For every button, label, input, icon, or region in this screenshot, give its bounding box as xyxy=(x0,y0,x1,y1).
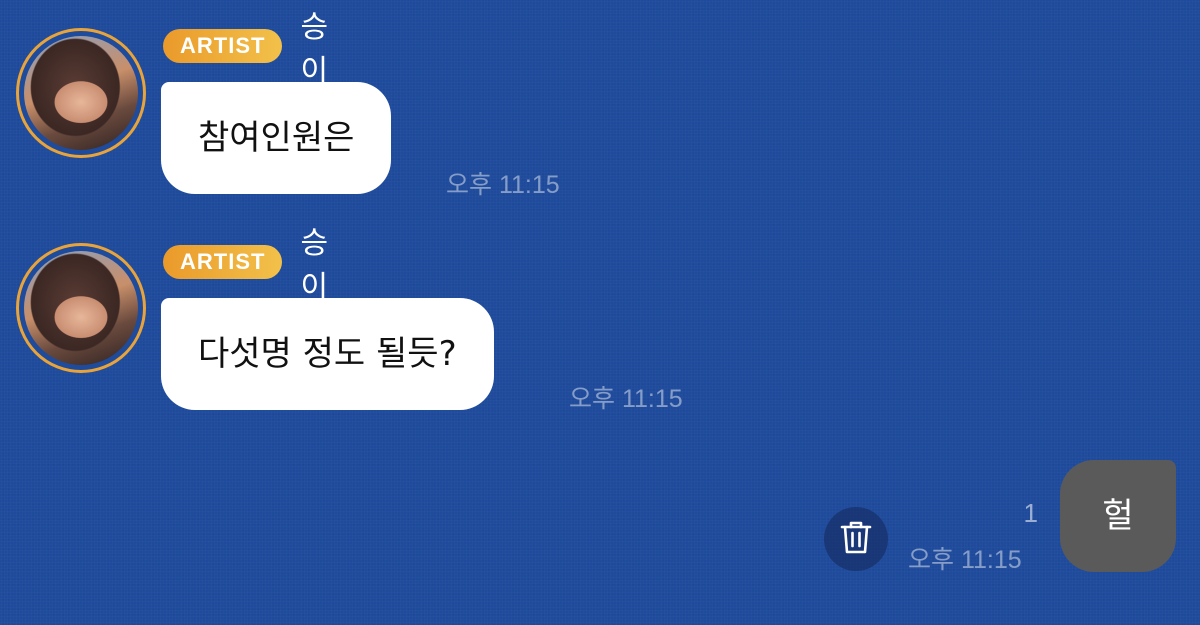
message-bubble[interactable]: 참여인원은 xyxy=(161,82,392,194)
chat-thread: ARTIST 승이 참여인원은 오후 11:15 ARTIST 승이 다섯명 정… xyxy=(0,0,1200,625)
outgoing-message-bubble[interactable]: 헐 xyxy=(1060,460,1176,572)
unread-count: 1 xyxy=(1023,498,1038,528)
trash-icon xyxy=(839,519,873,559)
sender-row: ARTIST 승이 xyxy=(163,226,328,305)
sender-row: ARTIST 승이 xyxy=(163,10,328,89)
delete-button[interactable] xyxy=(824,507,888,571)
avatar-photo xyxy=(24,251,138,365)
message-timestamp: 오후 11:15 xyxy=(569,385,683,413)
artist-avatar[interactable] xyxy=(16,243,146,373)
outgoing-timestamp: 오후 11:15 xyxy=(908,546,1022,574)
artist-badge: ARTIST xyxy=(163,245,283,279)
sender-name[interactable]: 승이 xyxy=(300,2,328,90)
artist-avatar[interactable] xyxy=(16,28,146,158)
avatar-photo xyxy=(24,36,138,150)
sender-name[interactable]: 승이 xyxy=(300,218,328,306)
artist-badge: ARTIST xyxy=(163,29,283,63)
message-bubble[interactable]: 다섯명 정도 될듯? xyxy=(161,298,494,410)
message-timestamp: 오후 11:15 xyxy=(446,171,560,199)
